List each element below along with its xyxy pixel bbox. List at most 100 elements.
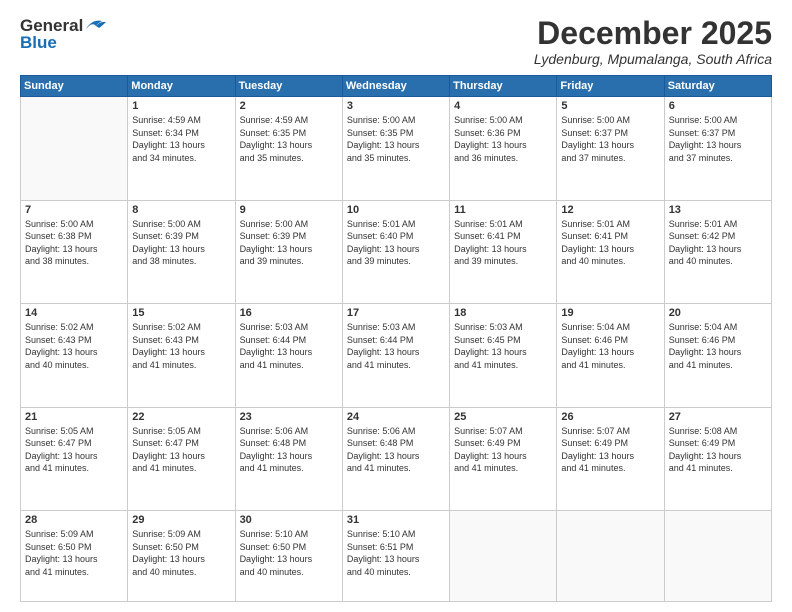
day-info: Sunrise: 5:07 AM Sunset: 6:49 PM Dayligh… xyxy=(561,425,659,475)
day-number: 30 xyxy=(240,514,338,526)
calendar-cell: 26 Sunrise: 5:07 AM Sunset: 6:49 PM Dayli… xyxy=(557,407,664,510)
day-info: Sunrise: 5:03 AM Sunset: 6:45 PM Dayligh… xyxy=(454,321,552,371)
logo: General Blue xyxy=(20,16,106,53)
calendar-cell xyxy=(450,511,557,602)
calendar-cell: 30 Sunrise: 5:10 AM Sunset: 6:50 PM Dayli… xyxy=(235,511,342,602)
title-block: December 2025 Lydenburg, Mpumalanga, Sou… xyxy=(534,16,772,67)
calendar-cell: 10 Sunrise: 5:01 AM Sunset: 6:40 PM Dayli… xyxy=(342,200,449,303)
calendar-cell: 13Sunrise: 5:01 AM Sunset: 6:42 PM Dayli… xyxy=(664,200,771,303)
calendar-week-row: 1 Sunrise: 4:59 AM Sunset: 6:34 PM Daylig… xyxy=(21,97,772,200)
day-number: 20 xyxy=(669,307,767,319)
header: General Blue December 2025 Lydenburg, Mp… xyxy=(20,16,772,67)
weekday-header-sunday: Sunday xyxy=(21,76,128,97)
day-info: Sunrise: 5:06 AM Sunset: 6:48 PM Dayligh… xyxy=(240,425,338,475)
page: General Blue December 2025 Lydenburg, Mp… xyxy=(0,0,792,612)
day-number: 12 xyxy=(561,204,659,216)
day-info: Sunrise: 4:59 AM Sunset: 6:34 PM Dayligh… xyxy=(132,114,230,164)
calendar-cell: 21Sunrise: 5:05 AM Sunset: 6:47 PM Dayli… xyxy=(21,407,128,510)
calendar-week-row: 7 Sunrise: 5:00 AM Sunset: 6:38 PM Daylig… xyxy=(21,200,772,303)
day-info: Sunrise: 5:01 AM Sunset: 6:41 PM Dayligh… xyxy=(454,218,552,268)
calendar-cell: 18 Sunrise: 5:03 AM Sunset: 6:45 PM Dayli… xyxy=(450,304,557,407)
day-info: Sunrise: 5:00 AM Sunset: 6:38 PM Dayligh… xyxy=(25,218,123,268)
month-title: December 2025 xyxy=(534,16,772,51)
day-number: 4 xyxy=(454,100,552,112)
calendar-cell: 12 Sunrise: 5:01 AM Sunset: 6:41 PM Dayli… xyxy=(557,200,664,303)
day-number: 22 xyxy=(132,411,230,423)
calendar-cell: 6Sunrise: 5:00 AM Sunset: 6:37 PM Daylig… xyxy=(664,97,771,200)
day-info: Sunrise: 5:00 AM Sunset: 6:39 PM Dayligh… xyxy=(240,218,338,268)
logo-bird-icon xyxy=(84,17,106,33)
day-number: 18 xyxy=(454,307,552,319)
calendar-cell: 29 Sunrise: 5:09 AM Sunset: 6:50 PM Dayli… xyxy=(128,511,235,602)
day-info: Sunrise: 5:00 AM Sunset: 6:35 PM Dayligh… xyxy=(347,114,445,164)
day-number: 17 xyxy=(347,307,445,319)
weekday-header-friday: Friday xyxy=(557,76,664,97)
day-number: 8 xyxy=(132,204,230,216)
calendar-cell: 28 Sunrise: 5:09 AM Sunset: 6:50 PM Dayli… xyxy=(21,511,128,602)
weekday-header-thursday: Thursday xyxy=(450,76,557,97)
calendar-cell: 27Sunrise: 5:08 AM Sunset: 6:49 PM Dayli… xyxy=(664,407,771,510)
day-info: Sunrise: 5:09 AM Sunset: 6:50 PM Dayligh… xyxy=(25,528,123,578)
calendar-cell: 14Sunrise: 5:02 AM Sunset: 6:43 PM Dayli… xyxy=(21,304,128,407)
calendar-cell: 22 Sunrise: 5:05 AM Sunset: 6:47 PM Dayli… xyxy=(128,407,235,510)
weekday-header-wednesday: Wednesday xyxy=(342,76,449,97)
calendar-cell: 1 Sunrise: 4:59 AM Sunset: 6:34 PM Daylig… xyxy=(128,97,235,200)
calendar-cell: 19Sunrise: 5:04 AM Sunset: 6:46 PM Dayli… xyxy=(557,304,664,407)
day-info: Sunrise: 5:00 AM Sunset: 6:37 PM Dayligh… xyxy=(561,114,659,164)
calendar-cell: 16 Sunrise: 5:03 AM Sunset: 6:44 PM Dayli… xyxy=(235,304,342,407)
day-info: Sunrise: 5:01 AM Sunset: 6:42 PM Dayligh… xyxy=(669,218,767,268)
day-info: Sunrise: 4:59 AM Sunset: 6:35 PM Dayligh… xyxy=(240,114,338,164)
day-info: Sunrise: 5:09 AM Sunset: 6:50 PM Dayligh… xyxy=(132,528,230,578)
day-info: Sunrise: 5:10 AM Sunset: 6:50 PM Dayligh… xyxy=(240,528,338,578)
calendar-cell: 4 Sunrise: 5:00 AM Sunset: 6:36 PM Daylig… xyxy=(450,97,557,200)
day-info: Sunrise: 5:02 AM Sunset: 6:43 PM Dayligh… xyxy=(132,321,230,371)
day-info: Sunrise: 5:01 AM Sunset: 6:40 PM Dayligh… xyxy=(347,218,445,268)
calendar-cell: 15Sunrise: 5:02 AM Sunset: 6:43 PM Dayli… xyxy=(128,304,235,407)
calendar-cell: 24Sunrise: 5:06 AM Sunset: 6:48 PM Dayli… xyxy=(342,407,449,510)
calendar-cell: 7 Sunrise: 5:00 AM Sunset: 6:38 PM Daylig… xyxy=(21,200,128,303)
day-number: 27 xyxy=(669,411,767,423)
day-number: 16 xyxy=(240,307,338,319)
day-number: 5 xyxy=(561,100,659,112)
day-info: Sunrise: 5:03 AM Sunset: 6:44 PM Dayligh… xyxy=(240,321,338,371)
day-number: 25 xyxy=(454,411,552,423)
weekday-header-tuesday: Tuesday xyxy=(235,76,342,97)
calendar-cell: 25 Sunrise: 5:07 AM Sunset: 6:49 PM Dayli… xyxy=(450,407,557,510)
day-number: 14 xyxy=(25,307,123,319)
day-info: Sunrise: 5:10 AM Sunset: 6:51 PM Dayligh… xyxy=(347,528,445,578)
calendar-cell: 31 Sunrise: 5:10 AM Sunset: 6:51 PM Dayli… xyxy=(342,511,449,602)
calendar-week-row: 21Sunrise: 5:05 AM Sunset: 6:47 PM Dayli… xyxy=(21,407,772,510)
calendar-cell xyxy=(557,511,664,602)
day-number: 19 xyxy=(561,307,659,319)
calendar-cell: 8 Sunrise: 5:00 AM Sunset: 6:39 PM Daylig… xyxy=(128,200,235,303)
day-number: 31 xyxy=(347,514,445,526)
day-number: 7 xyxy=(25,204,123,216)
day-info: Sunrise: 5:03 AM Sunset: 6:44 PM Dayligh… xyxy=(347,321,445,371)
day-number: 28 xyxy=(25,514,123,526)
day-number: 11 xyxy=(454,204,552,216)
calendar-cell: 11 Sunrise: 5:01 AM Sunset: 6:41 PM Dayli… xyxy=(450,200,557,303)
day-info: Sunrise: 5:01 AM Sunset: 6:41 PM Dayligh… xyxy=(561,218,659,268)
calendar-cell: 2Sunrise: 4:59 AM Sunset: 6:35 PM Daylig… xyxy=(235,97,342,200)
day-number: 24 xyxy=(347,411,445,423)
calendar-cell: 9 Sunrise: 5:00 AM Sunset: 6:39 PM Daylig… xyxy=(235,200,342,303)
calendar-cell xyxy=(664,511,771,602)
weekday-header-monday: Monday xyxy=(128,76,235,97)
day-number: 9 xyxy=(240,204,338,216)
day-info: Sunrise: 5:05 AM Sunset: 6:47 PM Dayligh… xyxy=(132,425,230,475)
day-number: 3 xyxy=(347,100,445,112)
day-number: 10 xyxy=(347,204,445,216)
day-info: Sunrise: 5:07 AM Sunset: 6:49 PM Dayligh… xyxy=(454,425,552,475)
day-info: Sunrise: 5:00 AM Sunset: 6:36 PM Dayligh… xyxy=(454,114,552,164)
day-number: 29 xyxy=(132,514,230,526)
calendar-cell: 17 Sunrise: 5:03 AM Sunset: 6:44 PM Dayli… xyxy=(342,304,449,407)
calendar-cell: 23Sunrise: 5:06 AM Sunset: 6:48 PM Dayli… xyxy=(235,407,342,510)
calendar-table: SundayMondayTuesdayWednesdayThursdayFrid… xyxy=(20,75,772,602)
day-number: 26 xyxy=(561,411,659,423)
calendar-cell: 20 Sunrise: 5:04 AM Sunset: 6:46 PM Dayli… xyxy=(664,304,771,407)
calendar-cell xyxy=(21,97,128,200)
logo-blue-text: Blue xyxy=(20,33,57,53)
day-info: Sunrise: 5:04 AM Sunset: 6:46 PM Dayligh… xyxy=(669,321,767,371)
day-number: 1 xyxy=(132,100,230,112)
day-info: Sunrise: 5:00 AM Sunset: 6:39 PM Dayligh… xyxy=(132,218,230,268)
